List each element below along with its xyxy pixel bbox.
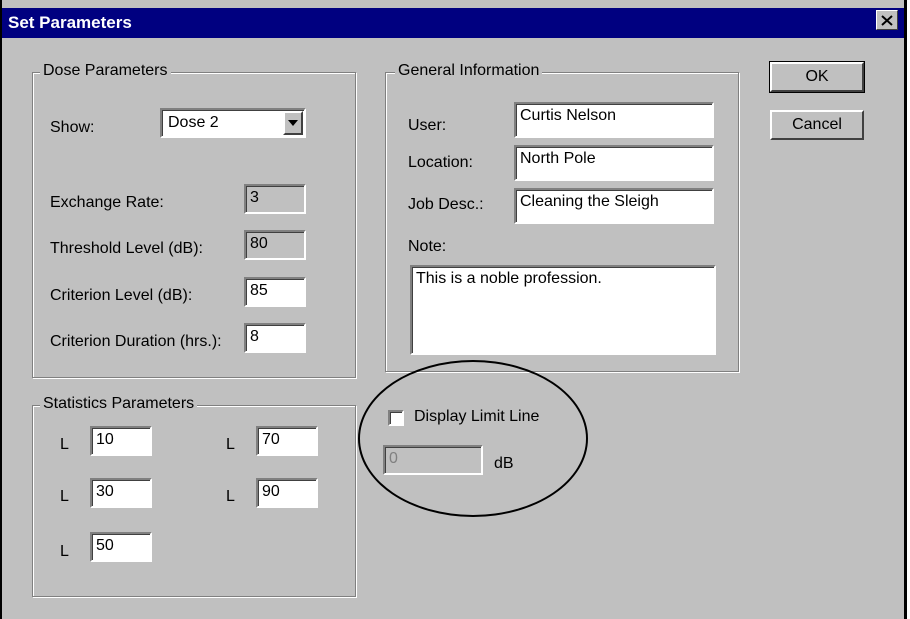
title-bar: Set Parameters	[2, 8, 904, 38]
close-button[interactable]	[876, 10, 898, 30]
set-parameters-dialog: Set Parameters OK Cancel Dose Parameters…	[0, 0, 907, 619]
criterion-duration-field[interactable]: 8	[244, 323, 306, 353]
criterion-level-label: Criterion Level (dB):	[50, 287, 193, 304]
stat-field-l30[interactable]: 30	[90, 478, 152, 508]
general-information-legend: General Information	[395, 62, 543, 80]
user-label: User:	[408, 117, 447, 134]
exchange-rate-label: Exchange Rate:	[50, 194, 164, 211]
dropdown-button[interactable]	[283, 111, 303, 135]
threshold-level-label: Threshold Level (dB):	[50, 240, 203, 257]
criterion-duration-label: Criterion Duration (hrs.):	[50, 333, 222, 350]
stat-field-l10[interactable]: 10	[90, 426, 152, 456]
user-field[interactable]: Curtis Nelson	[514, 102, 714, 138]
chevron-down-icon	[288, 120, 298, 126]
limit-value-field: 0	[383, 445, 483, 475]
note-label: Note:	[408, 238, 447, 255]
l-label: L	[60, 488, 69, 505]
criterion-level-field[interactable]: 85	[244, 277, 306, 307]
ok-button[interactable]: OK	[769, 61, 865, 93]
l-label: L	[226, 436, 235, 453]
l-label: L	[60, 436, 69, 453]
location-field[interactable]: North Pole	[514, 145, 714, 181]
exchange-rate-field: 3	[244, 184, 306, 214]
dose-parameters-legend: Dose Parameters	[40, 62, 171, 80]
highlight-ellipse	[358, 360, 588, 517]
limit-unit-label: dB	[494, 455, 514, 472]
job-desc-field[interactable]: Cleaning the Sleigh	[514, 188, 714, 224]
show-dropdown[interactable]: Dose 2	[160, 108, 306, 138]
display-limit-line-checkbox[interactable]	[388, 410, 404, 426]
ok-button-label: OK	[805, 68, 829, 85]
stat-field-l70[interactable]: 70	[256, 426, 318, 456]
stat-field-l50[interactable]: 50	[90, 532, 152, 562]
cancel-button-label: Cancel	[792, 116, 842, 133]
statistics-parameters-legend: Statistics Parameters	[40, 395, 198, 413]
threshold-level-field: 80	[244, 230, 306, 260]
stat-field-l90[interactable]: 90	[256, 478, 318, 508]
l-label: L	[60, 543, 69, 560]
show-label: Show:	[50, 119, 95, 136]
close-icon	[881, 14, 893, 26]
note-textarea[interactable]: This is a noble profession.	[410, 265, 716, 355]
display-limit-line-label: Display Limit Line	[414, 408, 540, 425]
l-label: L	[226, 488, 235, 505]
show-dropdown-value: Dose 2	[168, 114, 219, 131]
job-desc-label: Job Desc.:	[408, 196, 484, 213]
location-label: Location:	[408, 154, 473, 171]
window-title: Set Parameters	[8, 13, 132, 32]
cancel-button[interactable]: Cancel	[770, 110, 864, 140]
